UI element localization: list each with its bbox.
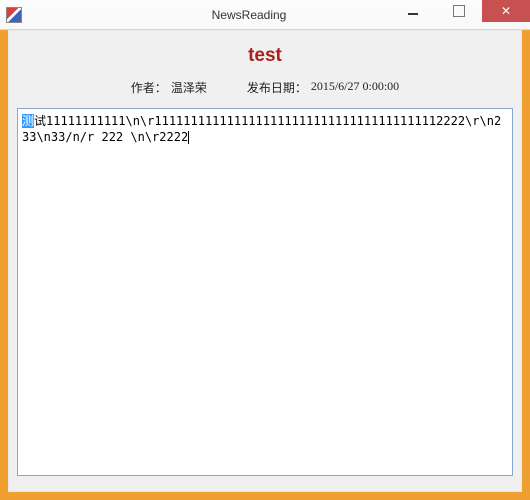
content-text: 试11111111111\n\r111111111111111111111111… xyxy=(22,114,501,144)
publish-date-field: 发布日期： 2015/6/27 0:00:00 xyxy=(247,79,399,96)
text-caret xyxy=(188,130,189,144)
content-textbox[interactable]: 测试11111111111\n\r11111111111111111111111… xyxy=(17,108,513,476)
close-button[interactable] xyxy=(482,0,530,22)
minimize-button[interactable] xyxy=(390,0,436,22)
content-selection: 测 xyxy=(22,114,34,128)
window-titlebar: NewsReading xyxy=(0,0,530,30)
article-title: test xyxy=(9,45,521,67)
maximize-button[interactable] xyxy=(436,0,482,22)
window-controls xyxy=(390,0,530,22)
author-label: 作者： xyxy=(131,79,167,96)
publish-date-label: 发布日期： xyxy=(247,79,307,96)
app-icon xyxy=(6,7,22,23)
article-header: test xyxy=(9,31,521,73)
author-field: 作者： 温泽荣 xyxy=(131,79,207,96)
client-area: test 作者： 温泽荣 发布日期： 2015/6/27 0:00:00 测试1… xyxy=(8,30,522,492)
article-meta: 作者： 温泽荣 发布日期： 2015/6/27 0:00:00 xyxy=(9,73,521,108)
author-value: 温泽荣 xyxy=(171,79,207,96)
publish-date-value: 2015/6/27 0:00:00 xyxy=(311,79,399,96)
